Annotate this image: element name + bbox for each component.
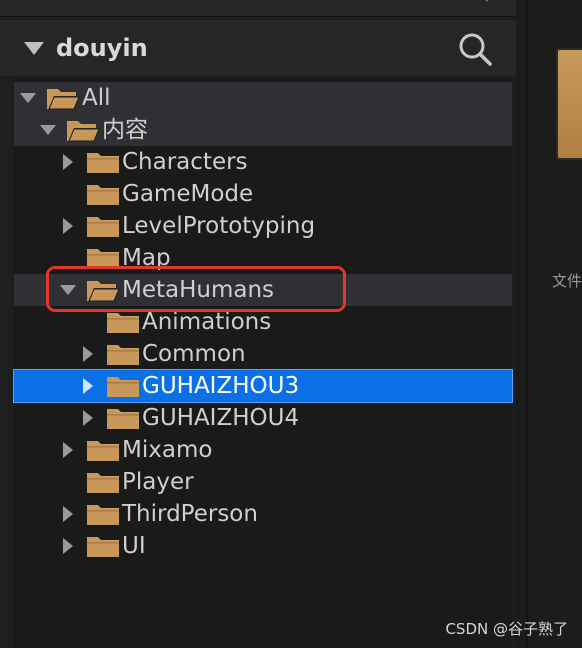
expand-arrow-icon[interactable] [80,378,96,394]
tree-row[interactable]: Player [14,466,512,498]
folder-icon [87,505,119,525]
tree-row[interactable]: All [14,82,512,114]
tree-row[interactable]: GUHAIZHOU4 [14,402,512,434]
expand-arrow-icon[interactable] [60,218,76,234]
tree-row-label: GUHAIZHOU4 [142,405,300,431]
tree-row-label: Mixamo [122,437,213,463]
tree-row-label: UI [122,533,146,559]
expand-arrow-icon[interactable] [80,346,96,362]
folder-open-icon [67,121,100,142]
watermark: CSDN @谷子熟了 [445,620,568,638]
expand-arrow-icon[interactable] [80,410,96,426]
expand-arrow-icon[interactable] [60,154,76,170]
tree-row-label: GameMode [122,181,254,207]
tree-row[interactable]: ThirdPerson [14,498,512,530]
chevron-icon[interactable] [482,0,492,4]
asset-view-panel [526,0,582,648]
folder-icon [87,217,119,237]
collapse-arrow-icon[interactable] [20,90,36,106]
annotation-highlight-box [46,266,346,312]
folder-icon [107,313,139,333]
tree-row[interactable]: Common [14,338,512,370]
folder-icon [107,377,139,397]
tree-row-label: All [82,85,111,111]
tree-row[interactable]: Characters [14,146,512,178]
tree-row-label: LevelPrototyping [122,213,316,239]
collapse-arrow-icon[interactable] [40,122,56,138]
folder-icon [87,185,119,205]
tree-row[interactable]: 内容 [14,114,512,146]
folder-icon [107,409,139,429]
tree-row-label: Player [122,469,194,495]
tree-row[interactable]: Mixamo [14,434,512,466]
tree-row-label: ThirdPerson [122,501,258,527]
panel-title: douyin [56,34,148,62]
collapse-arrow-icon[interactable] [24,42,44,56]
folder-icon [107,345,139,365]
search-icon[interactable] [458,32,492,66]
tree-row[interactable]: UI [14,530,512,562]
folder-icon [87,441,119,461]
tree-row-label: GUHAIZHOU3 [142,373,300,399]
folder-icon [87,473,119,493]
asset-label: 文件 [552,272,582,290]
tree-row-label: 内容 [102,117,148,143]
folder-icon [87,153,119,173]
asset-thumbnail[interactable] [558,50,582,158]
tree-row-label: Characters [122,149,248,175]
expand-arrow-icon[interactable] [60,442,76,458]
expand-arrow-icon[interactable] [60,506,76,522]
tree-row[interactable]: LevelPrototyping [14,210,512,242]
tree-row[interactable]: GameMode [14,178,512,210]
panel-top-strip [0,0,516,17]
tree-row[interactable]: GUHAIZHOU3 [13,369,513,403]
tree-row-label: Common [142,341,246,367]
folder-open-icon [47,89,80,110]
folder-icon [87,537,119,557]
expand-arrow-icon[interactable] [60,538,76,554]
